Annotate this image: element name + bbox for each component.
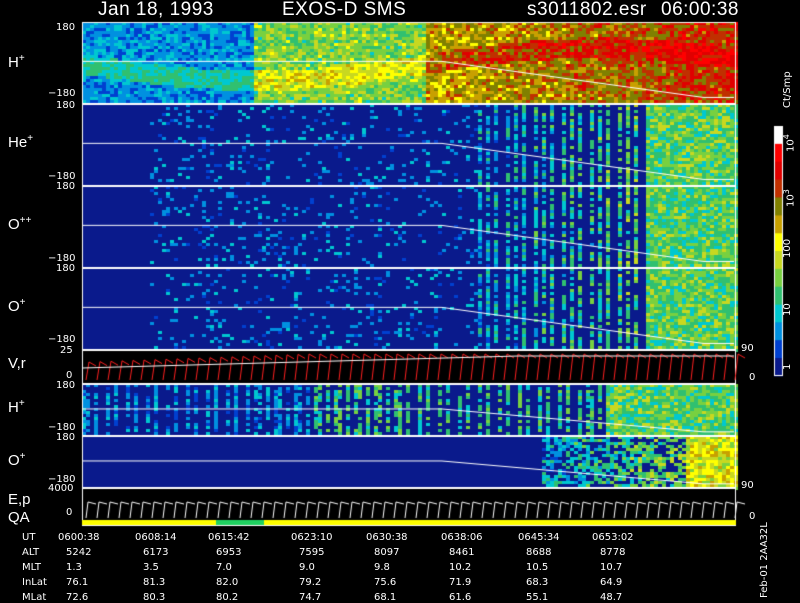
ephem-cell: 0600:38 <box>58 532 100 543</box>
ephem-cell: 9.8 <box>374 562 390 573</box>
ephem-cell: 0653:02 <box>592 532 634 543</box>
ephem-cell: 68.3 <box>526 577 549 588</box>
cb-label-1e4: 104 <box>782 134 797 152</box>
rtick-5-bot: 0 <box>749 372 756 383</box>
ephem-row-name: UT <box>22 532 36 543</box>
ephem-cell: 68.1 <box>374 592 397 603</box>
ephem-cell: 0645:34 <box>518 532 560 543</box>
panel-4-label: O+ <box>8 297 26 315</box>
ephem-cell: 61.6 <box>449 592 472 603</box>
ytick-7-top: 180 <box>56 432 76 443</box>
header-file: s3011802.esr <box>527 0 647 20</box>
ytick-4-bot: −180 <box>48 334 76 345</box>
ephem-cell: 64.9 <box>600 577 623 588</box>
rtick-7-bot: 90 <box>741 480 754 491</box>
ephem-cell: 1.3 <box>66 562 82 573</box>
cb-label-100: 100 <box>782 238 793 258</box>
ephem-cell: 3.5 <box>143 562 159 573</box>
cb-label-1: 1 <box>782 363 793 370</box>
ephem-cell: 0608:14 <box>135 532 177 543</box>
ephem-cell: 10.7 <box>600 562 623 573</box>
panel-5-label: V,r <box>8 355 26 372</box>
ephem-cell: 80.2 <box>216 592 239 603</box>
panel-6-label: H+ <box>8 398 25 416</box>
ephem-cell: 8461 <box>449 547 475 558</box>
ephem-cell: 71.9 <box>449 577 472 588</box>
ephem-cell: 9.0 <box>299 562 315 573</box>
ephem-cell: 8778 <box>600 547 626 558</box>
header-date: Jan 18, 1993 <box>98 0 214 20</box>
ytick-5-top: 25 <box>60 345 73 356</box>
ephem-cell: 10.5 <box>526 562 549 573</box>
ephem-cell: 8688 <box>526 547 552 558</box>
header-instrument: EXOS-D SMS <box>282 0 407 20</box>
panel-3-label: O++ <box>8 215 32 233</box>
ephem-cell: 0615:42 <box>208 532 250 543</box>
ephem-cell: 0638:06 <box>441 532 483 543</box>
ephem-cell: 7595 <box>299 547 325 558</box>
ephem-cell: 8097 <box>374 547 400 558</box>
ephem-cell: 0623:10 <box>291 532 333 543</box>
ephem-row-name: InLat <box>22 577 47 588</box>
footer-note: Feb-01 2AA32L <box>759 522 770 598</box>
panel-2-label: He+ <box>8 133 34 151</box>
ephem-cell: 10.2 <box>449 562 472 573</box>
ephem-cell: 6173 <box>143 547 169 558</box>
ephem-cell: 48.7 <box>600 592 623 603</box>
ephem-row-name: ALT <box>22 547 40 558</box>
ephem-cell: 5242 <box>66 547 92 558</box>
ytick-3-top: 180 <box>56 181 76 192</box>
ephem-cell: 81.3 <box>143 577 166 588</box>
ephem-cell: 80.3 <box>143 592 166 603</box>
ephem-cell: 74.7 <box>299 592 322 603</box>
header-time: 06:00:38 <box>661 0 739 20</box>
ephem-cell: 6953 <box>216 547 242 558</box>
ephem-cell: 7.0 <box>216 562 232 573</box>
ephem-cell: 0630:38 <box>366 532 408 543</box>
ytick-8-top: 4000 <box>48 483 74 494</box>
ephem-row-name: MLT <box>22 562 41 573</box>
ephem-cell: 76.1 <box>66 577 89 588</box>
ytick-2-top: 180 <box>56 100 76 111</box>
ytick-1-top: 180 <box>56 22 76 33</box>
cb-label-10: 10 <box>782 303 793 316</box>
panel-7-label: O+ <box>8 451 26 469</box>
colorbar-unit: Ct/Smp <box>782 71 793 108</box>
ephem-cell: 79.2 <box>299 577 322 588</box>
ephem-row-name: MLat <box>22 592 47 603</box>
ephem-cell: 55.1 <box>526 592 549 603</box>
ytick-1-bot: −180 <box>48 88 76 99</box>
ephem-cell: 75.6 <box>374 577 397 588</box>
ytick-8-bot: 0 <box>66 507 73 518</box>
rtick-5-top: 90 <box>741 343 754 354</box>
ephem-cell: 72.6 <box>66 592 89 603</box>
rtick-8-bot: 0 <box>749 511 756 522</box>
ephem-cell: 82.0 <box>216 577 239 588</box>
ytick-6-top: 180 <box>56 380 76 391</box>
panel-8-label: E,p <box>8 491 31 508</box>
spectrogram-canvas <box>0 0 800 600</box>
panel-1-label: H+ <box>8 53 25 71</box>
ytick-4-top: 180 <box>56 263 76 274</box>
cb-label-1e3: 103 <box>782 189 797 207</box>
panel-8-label2: QA <box>8 509 30 526</box>
